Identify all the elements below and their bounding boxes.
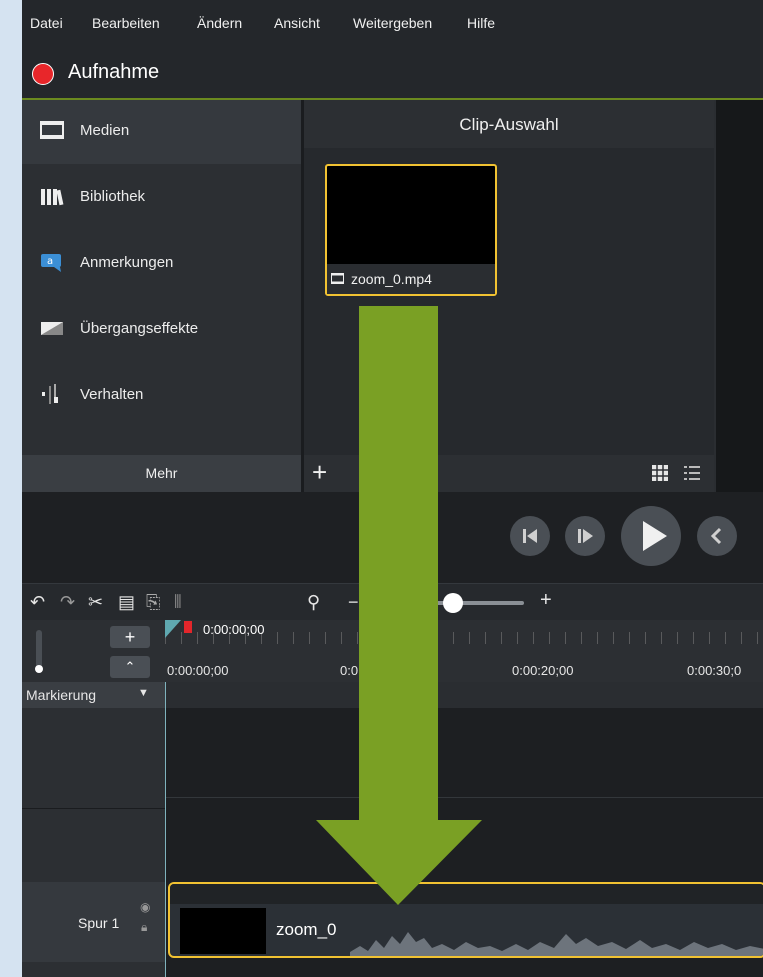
sidebar-item-bibliothek[interactable]: Bibliothek [22, 166, 301, 230]
menu-bar: Datei Bearbeiten Ändern Ansicht Weiterge… [22, 0, 763, 46]
add-media-button[interactable]: + [312, 459, 327, 485]
visibility-eye-icon[interactable]: ◉ [140, 900, 150, 914]
track-header-spur-1[interactable]: Spur 1 ◉ 🔒︎ [22, 882, 165, 962]
empty-track-header [22, 809, 165, 879]
film-strip-icon [40, 121, 64, 139]
canvas-preview [714, 100, 763, 492]
previous-marker-button[interactable] [697, 516, 737, 556]
menu-hilfe[interactable]: Hilfe [467, 15, 495, 31]
redo-icon[interactable]: ↷ [60, 592, 75, 613]
transition-icon [41, 322, 63, 335]
list-view-icon[interactable] [684, 465, 700, 481]
sidebar-item-label: Anmerkungen [80, 254, 174, 271]
lane-divider [166, 797, 763, 798]
sidebar-item-label: Bibliothek [80, 188, 146, 205]
clip-filename: zoom_0.mp4 [351, 271, 432, 287]
add-track-button[interactable]: + [110, 626, 150, 648]
collapse-button[interactable]: ⌃ [110, 656, 150, 678]
marker-track-header[interactable]: Markierung ▼ [22, 682, 165, 708]
menu-datei[interactable]: Datei [30, 15, 63, 31]
playhead-time: 0:00:00;00 [203, 622, 265, 637]
zoom-search-icon[interactable]: ⚲ [307, 592, 320, 613]
grid-view-icon[interactable] [652, 465, 668, 481]
step-back-icon [523, 529, 537, 543]
ruler-label: 0:0 [340, 663, 359, 678]
sidebar-item-uebergangseffekte[interactable]: Übergangseffekte [22, 298, 301, 362]
timeline-tracks[interactable]: zoom_0 [165, 682, 763, 977]
play-button[interactable] [621, 506, 681, 566]
step-back-button[interactable] [510, 516, 550, 556]
undo-icon[interactable]: ↶ [30, 592, 45, 613]
media-clip-zoom[interactable]: zoom_0.mp4 [325, 164, 497, 296]
paste-icon[interactable]: ⎘ [146, 592, 160, 613]
menu-aendern[interactable]: Ändern [197, 15, 242, 31]
ruler-label: 0:00:20;00 [512, 663, 574, 678]
sidebar-item-anmerkungen[interactable]: a Anmerkungen [22, 232, 301, 296]
sidebar-item-verhalten[interactable]: Verhalten [22, 364, 301, 428]
ruler-label: 0:00:00;00 [167, 663, 229, 678]
clip-header-strip [170, 884, 763, 904]
menu-ansicht[interactable]: Ansicht [274, 15, 320, 31]
behavior-icon [42, 384, 58, 404]
player-controls [22, 492, 763, 580]
sidebar-item-medien[interactable]: Medien [22, 100, 301, 164]
step-forward-icon [578, 529, 593, 543]
step-forward-button[interactable] [565, 516, 605, 556]
cut-icon[interactable]: ✂ [88, 592, 103, 613]
timeline-toolbar: ↶ ↷ ✂ ▤ ⎘ ⫴ ⚲ − + [22, 583, 763, 621]
library-books-icon [41, 189, 64, 206]
menu-weitergeben[interactable]: Weitergeben [353, 15, 432, 31]
chevron-left-icon [710, 527, 722, 545]
play-icon [643, 521, 667, 551]
track-header-column: + ⌃ Markierung ▼ Spur 1 ◉ 🔒︎ [22, 620, 165, 977]
track-label: Spur 1 [78, 915, 120, 931]
film-strip-icon [331, 273, 344, 284]
playhead-handle[interactable] [184, 621, 192, 633]
record-button[interactable]: Aufnahme [68, 61, 159, 84]
svg-text:a: a [47, 256, 53, 267]
zoom-in-button[interactable]: + [540, 589, 552, 612]
empty-track-header [22, 708, 165, 809]
sidebar-item-label: Übergangseffekte [80, 320, 199, 337]
clip-caption: zoom_0.mp4 [327, 264, 495, 294]
split-icon[interactable]: ⫴ [174, 592, 182, 613]
sidebar-item-label: Verhalten [80, 386, 144, 403]
media-bin-title: Clip-Auswahl [304, 100, 714, 148]
media-bin-footer: + [304, 455, 714, 492]
menu-bearbeiten[interactable]: Bearbeiten [92, 15, 160, 31]
media-bin: Clip-Auswahl zoom_0.mp4 + [304, 100, 714, 492]
marker-lane[interactable] [166, 682, 763, 708]
copy-icon[interactable]: ▤ [118, 592, 135, 613]
timeline-start-marker [165, 620, 181, 638]
camtasia-window: Datei Bearbeiten Ändern Ansicht Weiterge… [22, 0, 763, 977]
audio-waveform [350, 932, 763, 956]
callout-icon: a [41, 254, 61, 272]
tools-panel: Medien Bibliothek a Anmerkungen Übergang… [22, 100, 301, 492]
marker-track-label: Markierung [26, 687, 97, 703]
track-height-thumb[interactable] [35, 665, 43, 673]
clip-thumbnail [180, 908, 266, 954]
ruler-label: 0:00:30;0 [687, 663, 742, 678]
lock-icon[interactable]: 🔒︎ [141, 920, 147, 935]
timeline-clip-name: zoom_0 [276, 920, 337, 939]
chevron-down-icon[interactable]: ▼ [138, 687, 149, 699]
zoom-slider-thumb[interactable] [443, 593, 463, 613]
zoom-out-button[interactable]: − [348, 592, 359, 613]
record-icon[interactable] [32, 63, 54, 85]
more-button[interactable]: Mehr [22, 455, 301, 492]
sidebar-item-label: Medien [80, 122, 130, 139]
timeline-clip-zoom[interactable]: zoom_0 [168, 882, 763, 958]
